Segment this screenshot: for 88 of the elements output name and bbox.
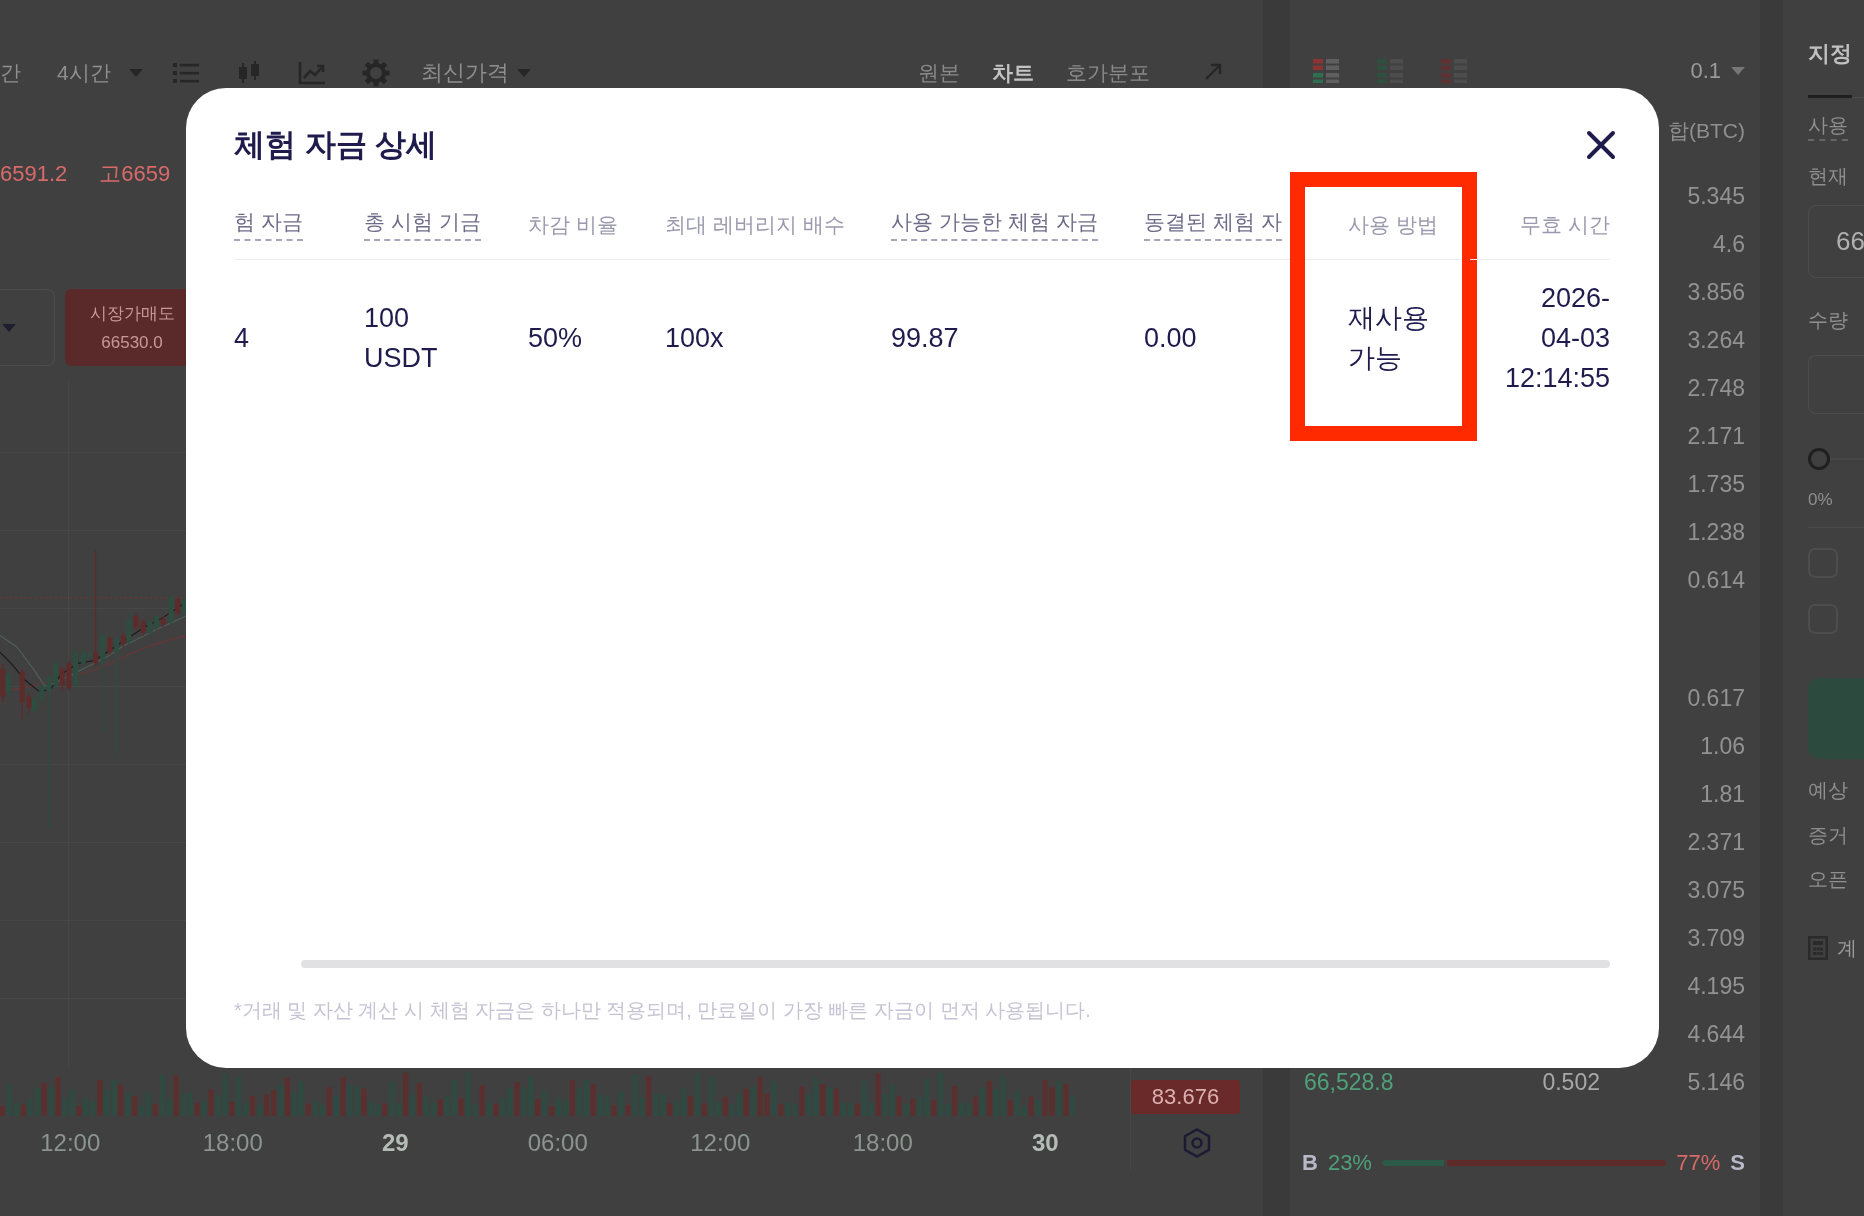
table-cell-text: 50%	[528, 322, 583, 355]
order-type-tab[interactable]: 지정	[1808, 40, 1852, 98]
list-icon[interactable]	[172, 63, 199, 83]
info-label: 증거	[1808, 823, 1848, 847]
sell-label: S	[1730, 1150, 1745, 1176]
book-layout-button[interactable]	[1377, 59, 1403, 83]
table-cell-text: 100x	[665, 322, 724, 355]
view-tab[interactable]: 차트	[992, 59, 1034, 87]
table-cell-text: 2026-04-03 12:14:55	[1503, 282, 1610, 395]
time-axis-label: 12:00	[39, 1129, 102, 1157]
slider-reading: 0%	[1808, 490, 1833, 510]
slider-handle[interactable]	[1808, 448, 1830, 470]
order-total: 4.195	[1687, 972, 1745, 1000]
balance-label: 사용	[1808, 113, 1848, 141]
column-header: 사용 가능한 체험 자금	[891, 208, 1098, 241]
order-total: 1.238	[1687, 518, 1745, 546]
order-total: 4.6	[1713, 230, 1745, 258]
order-total: 4.644	[1687, 1020, 1745, 1048]
sell-percent: 77%	[1676, 1150, 1721, 1176]
time-axis-label: 29	[380, 1129, 410, 1157]
dropdown[interactable]	[0, 289, 55, 366]
table-cell-text: 4	[234, 322, 250, 355]
trend-line-icon[interactable]	[297, 61, 326, 85]
order-total: 5.146	[1687, 1068, 1745, 1096]
column-header: 사용 방법	[1348, 211, 1438, 238]
order-total: 0.617	[1687, 684, 1745, 712]
order-total: 2.371	[1687, 828, 1745, 856]
time-axis-label: 06:00	[526, 1129, 589, 1157]
time-axis-label: 30	[1030, 1129, 1060, 1157]
calculator-label[interactable]: 계	[1837, 934, 1857, 962]
close-icon	[1586, 130, 1616, 160]
book-layout-button[interactable]	[1313, 59, 1339, 83]
order-total: 1.735	[1687, 470, 1745, 498]
time-axis-label: 18:00	[201, 1129, 264, 1157]
book-layout-icon	[1313, 59, 1339, 83]
order-total: 3.075	[1687, 876, 1745, 904]
caret-icon	[2, 323, 16, 332]
order-total: 5.345	[1687, 182, 1745, 210]
buy-percent: 23%	[1327, 1150, 1372, 1176]
book-layout-icon	[1441, 59, 1467, 83]
column-header: 차감 비율	[528, 211, 618, 238]
caret-icon	[516, 69, 531, 77]
horizontal-scrollbar[interactable]	[301, 960, 1610, 968]
order-price: 66,528.8	[1304, 1068, 1395, 1096]
column-header: 동결된 체험 자	[1144, 208, 1282, 241]
table-cell-text: 0.00	[1144, 322, 1197, 355]
order-total: 2.171	[1687, 422, 1745, 450]
interval-tab[interactable]: 4시간	[57, 59, 111, 87]
order-total: 1.06	[1700, 732, 1745, 760]
view-tab[interactable]: 호가분포	[1066, 59, 1150, 87]
interval-tab[interactable]: 간	[0, 59, 21, 87]
settings-icon[interactable]	[1183, 1128, 1211, 1158]
order-total: 2.748	[1687, 374, 1745, 402]
column-header: 합(BTC)	[1668, 118, 1745, 144]
column-header: 무효 시간	[1520, 211, 1610, 238]
table-cell-text: 100 USDT	[364, 302, 439, 375]
order-total: 3.264	[1687, 326, 1745, 354]
buy-label: B	[1302, 1150, 1318, 1176]
order-total: 3.709	[1687, 924, 1745, 952]
column-header: 최대 레버리지 배수	[665, 211, 845, 238]
order-amount: 0.502	[1542, 1068, 1600, 1096]
info-label: 예상	[1808, 778, 1848, 802]
column-header: 험 자금	[234, 208, 303, 241]
price-stat: 고6659	[99, 160, 171, 188]
price-tag: 83.676	[1131, 1080, 1240, 1114]
book-layout-icon	[1377, 59, 1403, 83]
price-label: 현재	[1808, 164, 1848, 188]
time-axis-label: 12:00	[689, 1129, 752, 1157]
settings-icon[interactable]	[361, 59, 390, 87]
footnote: *거래 및 자산 계산 시 체험 자금은 하나만 적용되며, 만료일이 가장 빠른 자금이 먼저 사용됩니다.	[234, 998, 1092, 1022]
order-total: 1.81	[1700, 780, 1745, 808]
book-layout-button[interactable]	[1441, 59, 1467, 83]
column-header: 총 시험 기금	[364, 208, 481, 241]
time-axis-label: 18:00	[851, 1129, 914, 1157]
table-cell-text: 99.87	[891, 322, 959, 355]
view-tab[interactable]: 원본	[918, 59, 960, 87]
caret-icon	[128, 69, 143, 77]
order-total: 3.856	[1687, 278, 1745, 306]
price-stat: 6591.2	[0, 161, 68, 187]
price-source-dropdown[interactable]: 최신가격	[420, 58, 531, 88]
table-cell-text: 재사용 가능	[1348, 302, 1430, 375]
info-label: 오픈	[1808, 867, 1848, 891]
tick-size-dropdown[interactable]: 0.1	[1690, 58, 1745, 84]
caret-icon	[1731, 67, 1745, 75]
modal-title: 체험 자금 상세	[234, 126, 438, 164]
price-input[interactable]: 66	[1808, 205, 1864, 278]
order-total: 0.614	[1687, 566, 1745, 594]
quantity-label: 수량	[1808, 308, 1848, 332]
